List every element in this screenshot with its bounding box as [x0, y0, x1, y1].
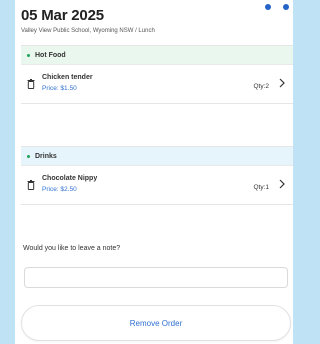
note-label: Would you like to leave a note?	[23, 245, 121, 252]
item-quantity: Qty:2	[253, 83, 269, 90]
item-name: Chocolate Nippy	[42, 175, 98, 182]
order-card: 05 Mar 2025 Valley View Public School, W…	[15, 0, 293, 344]
order-subtitle: Valley View Public School, Wyoming NSW /…	[21, 28, 155, 34]
trash-icon[interactable]	[27, 180, 35, 190]
order-header: 05 Mar 2025 Valley View Public School, W…	[21, 8, 291, 35]
chevron-right-icon[interactable]	[279, 179, 285, 189]
item-price: Price: $1.50	[42, 85, 77, 92]
item-price: Price: $2.50	[42, 186, 77, 193]
note-input[interactable]	[24, 267, 288, 288]
section-title: Hot Food	[35, 51, 66, 59]
section-drinks: Drinks Chocolate Nippy Price: $2.50 Qty:…	[21, 146, 293, 205]
bullet-icon	[27, 154, 30, 158]
section-title: Drinks	[35, 152, 57, 160]
item-name: Chicken tender	[42, 74, 93, 81]
chevron-right-icon[interactable]	[279, 78, 285, 88]
section-header: Drinks	[21, 147, 293, 166]
order-date: 05 Mar 2025	[21, 7, 104, 24]
section-header: Hot Food	[21, 46, 293, 65]
order-item-row[interactable]: Chicken tender Price: $1.50 Qty:2	[21, 65, 293, 103]
order-item-row[interactable]: Chocolate Nippy Price: $2.50 Qty:1	[21, 166, 293, 204]
section-hot-food: Hot Food Chicken tender Price: $1.50 Qty…	[21, 45, 293, 104]
trash-icon[interactable]	[27, 79, 35, 89]
bullet-icon	[27, 53, 30, 57]
remove-order-button[interactable]: Remove Order	[21, 305, 291, 341]
item-quantity: Qty:1	[253, 184, 269, 191]
